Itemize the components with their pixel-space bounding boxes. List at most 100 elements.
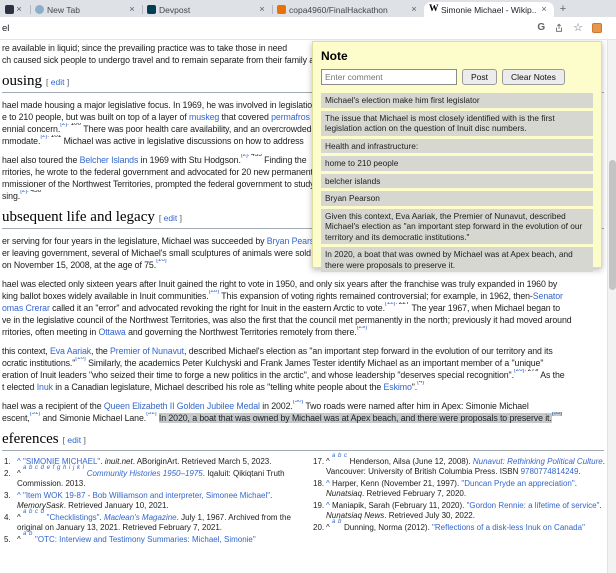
text-run: rritories, he wrote to the federal gover… xyxy=(2,167,313,177)
text-run: rritories, often meeting in xyxy=(2,327,98,337)
reference-item: 4.^ a b c d "Checklistings". Maclean's M… xyxy=(2,513,297,533)
tab-close-icon[interactable]: × xyxy=(539,4,549,15)
text-link[interactable]: [2] xyxy=(20,190,27,194)
bookmark-star-icon[interactable]: ☆ xyxy=(573,23,583,34)
tab-devpost[interactable]: Devpost × xyxy=(142,2,272,17)
clear-notes-button[interactable]: Clear Notes xyxy=(502,69,565,85)
scrollbar-thumb[interactable] xyxy=(609,160,616,290)
text-run: Michael was active in legislative discus… xyxy=(61,136,303,146)
edit-section-link[interactable]: [ edit ] xyxy=(63,435,86,445)
url-text[interactable]: el xyxy=(2,23,537,34)
address-bar[interactable]: el G ☆ xyxy=(0,17,616,40)
text-run: . ABoriginArt. Retrieved March 5, 2023. xyxy=(133,457,272,466)
text-link[interactable]: 9780774814249 xyxy=(521,467,579,476)
text-run: a b xyxy=(23,531,35,537)
text-link[interactable]: Bryan Pears xyxy=(267,236,314,246)
references-column-left: 1.^ "SIMONIE MICHAEL". inuit.net. ABorig… xyxy=(2,457,297,547)
reference-item: 2.^ a b c d e f g h i j k l Community Hi… xyxy=(2,469,297,489)
text-link[interactable]: Nunavut: Rethinking Political Culture xyxy=(473,457,603,466)
edit-section-link[interactable]: [ edit ] xyxy=(159,213,182,223)
tab-finalhackathon[interactable]: copa4960/FinalHackathon × xyxy=(272,2,424,17)
text-run: In 2020, a boat that was owned by Michae… xyxy=(159,413,552,423)
text-link[interactable]: [31] xyxy=(30,412,40,416)
text-link[interactable]: Queen Elizabeth II Golden Jubilee Medal xyxy=(104,401,260,411)
dark-site-icon xyxy=(5,5,14,14)
note-extension-icon[interactable] xyxy=(592,23,602,33)
edit-section-link[interactable]: [ edit ] xyxy=(46,77,69,87)
text-run: escent, xyxy=(2,413,30,423)
text-link[interactable]: "Item WOK 19-87 - Bob Williamson and int… xyxy=(23,491,270,500)
text-run: Dunning, Norma (2012). xyxy=(344,523,432,532)
scrollbar[interactable] xyxy=(607,40,616,573)
text-link[interactable]: Inuk xyxy=(37,382,53,392)
text-run: hael was elected only sixteen years afte… xyxy=(2,279,557,289)
text-run: ch caused sick people to undergo travel … xyxy=(2,55,314,65)
text-link[interactable]: Eskimo xyxy=(384,382,412,392)
text-run: ennial concern. xyxy=(2,124,60,134)
text-link[interactable]: [33] xyxy=(552,412,562,416)
post-button[interactable]: Post xyxy=(462,69,497,85)
text-link[interactable]: muskeg xyxy=(189,112,219,122)
text-link[interactable]: [32] xyxy=(146,412,156,416)
note-comment-input[interactable] xyxy=(321,69,457,85)
tab-new-tab[interactable]: New Tab × xyxy=(30,2,142,17)
new-tab-button[interactable]: + xyxy=(554,2,572,17)
tab-close-icon[interactable]: × xyxy=(409,4,419,15)
text-run: . xyxy=(578,467,580,476)
article-line: t elected Inuk in a Canadian legislature… xyxy=(2,381,604,393)
toolbar-icons: G ☆ xyxy=(537,23,602,34)
note-item: Given this context, Eva Aariak, the Prem… xyxy=(321,209,593,245)
article-line: this context, Eva Aariak, the Premier of… xyxy=(2,345,604,357)
text-run: that covered xyxy=(219,112,271,122)
note-item: home to 210 people xyxy=(321,156,593,171)
text-link[interactable]: [16] xyxy=(156,259,166,263)
text-run: : 100 xyxy=(67,123,81,127)
article-line: ve in the legislative council of the Nor… xyxy=(2,314,604,326)
page-content: re available in liquid; since the prevai… xyxy=(0,40,616,573)
share-icon[interactable] xyxy=(554,23,564,33)
article-paragraph: hael was elected only sixteen years afte… xyxy=(2,278,604,338)
text-run: . July 1, 1967. Archived xyxy=(177,513,260,522)
text-run: a b c d e f g h i j k l xyxy=(23,465,87,471)
tab-label: copa4960/FinalHackathon xyxy=(289,5,406,15)
text-link[interactable]: [28] xyxy=(209,290,219,294)
text-link[interactable]: [26] xyxy=(514,369,524,373)
tab-close-icon[interactable]: × xyxy=(127,4,137,15)
reference-item: 20.^ a b Dunning, Norma (2012). "Reflect… xyxy=(311,523,606,533)
section-heading-text: ousing xyxy=(2,73,42,89)
text-link[interactable]: [29] xyxy=(357,326,367,330)
tab-0[interactable]: × xyxy=(0,2,30,17)
reference-item: 3.^ "Item WOK 19-87 - Bob Williamson and… xyxy=(2,491,297,511)
tab-close-icon[interactable]: × xyxy=(257,4,267,15)
text-link[interactable]: [2] xyxy=(241,154,248,158)
text-run: . Retrieved February 7, 2020. xyxy=(362,489,466,498)
text-link[interactable]: [30] xyxy=(293,400,303,404)
text-link[interactable]: omas Crerar xyxy=(2,303,50,313)
text-link[interactable]: Premier of Nunavut xyxy=(110,346,184,356)
text-run: re available in liquid; since the prevai… xyxy=(2,43,287,53)
google-g-icon[interactable]: G xyxy=(537,23,545,33)
text-run: in a Canadian legislature, Michael descr… xyxy=(53,382,384,392)
text-link[interactable]: [10] xyxy=(75,357,85,361)
text-link[interactable]: "Reflections of a disk-less Inuk on Cana… xyxy=(432,523,585,532)
text-link[interactable]: "Gordon Rennie: a lifetime of service" xyxy=(467,501,600,510)
text-run: mmodate. xyxy=(2,136,40,146)
text-link[interactable]: permafros xyxy=(271,112,310,122)
text-run: . Retrieved January 10, 2021. xyxy=(64,501,169,510)
text-link[interactable]: Maclean's Magazine xyxy=(104,513,177,522)
text-link[interactable]: "Checklistings" xyxy=(47,513,100,522)
text-link[interactable]: Belcher Islands xyxy=(80,155,139,165)
text-link[interactable]: [4] xyxy=(417,381,424,385)
article-line: escent,[31] and Simonie Michael Lane.[32… xyxy=(2,412,604,424)
text-link[interactable]: Eva Aariak xyxy=(50,346,91,356)
text-run: As the xyxy=(538,370,564,380)
text-run: and governing the Northwest Territories … xyxy=(126,327,357,337)
text-link[interactable]: [12] xyxy=(385,302,395,306)
text-link[interactable]: "OTC: Interview and Testimony Summaries:… xyxy=(35,535,256,544)
text-link[interactable]: Community Histories 1950–1975 xyxy=(87,469,203,478)
text-link[interactable]: "Duncan Pryde an appreciation" xyxy=(461,479,574,488)
text-link[interactable]: Senator xyxy=(533,291,563,301)
text-link[interactable]: Ottawa xyxy=(98,327,125,337)
tab-close-icon[interactable]: × xyxy=(14,4,24,15)
tab-wikipedia-active[interactable]: W Simonie Michael - Wikip... × xyxy=(424,2,554,17)
